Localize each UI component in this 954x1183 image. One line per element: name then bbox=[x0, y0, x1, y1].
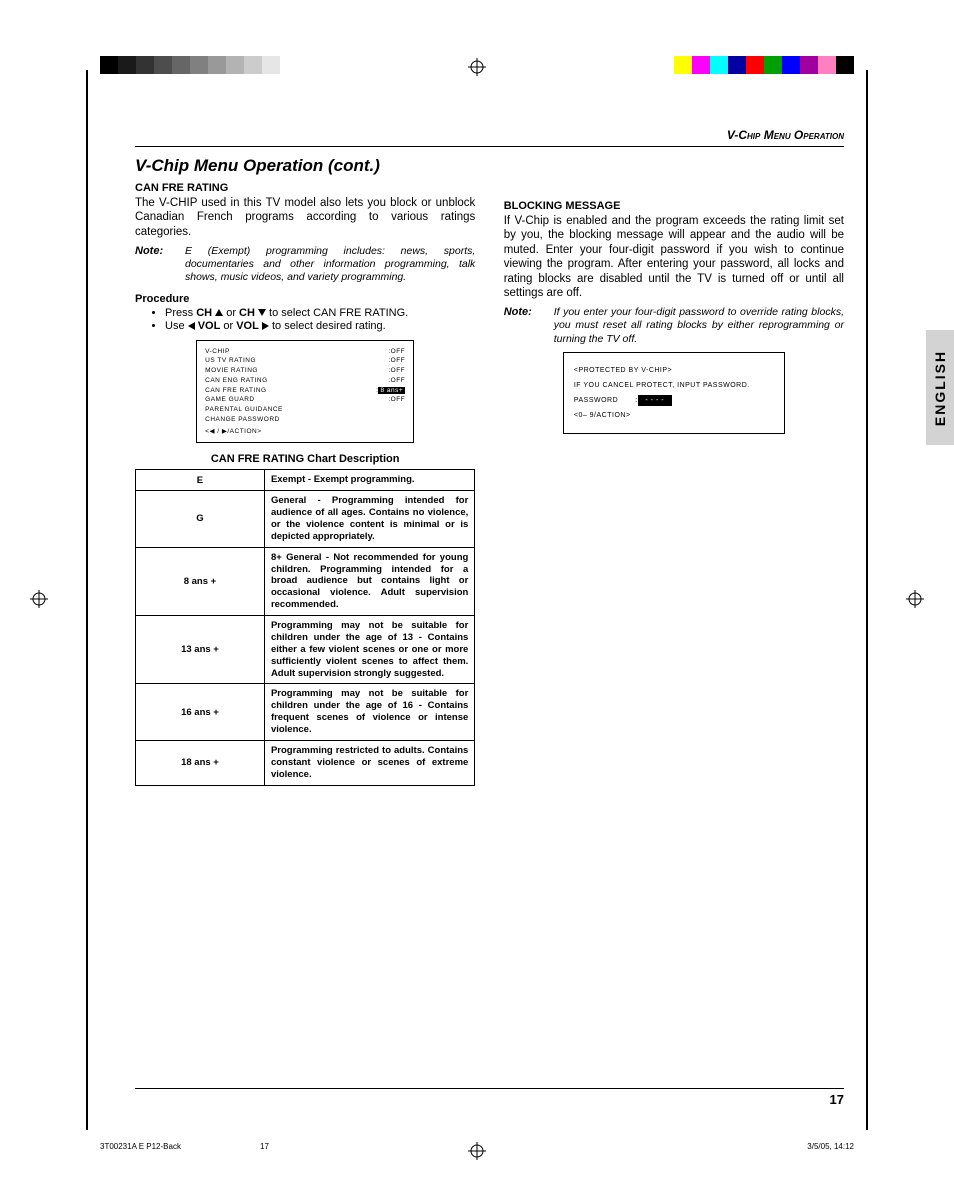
right-column: BLOCKING MESSAGE If V-Chip is enabled an… bbox=[504, 178, 844, 440]
osd-blocking: <PROTECTED BY V-CHIP> IF YOU CANCEL PROT… bbox=[563, 352, 785, 435]
page-number: 17 bbox=[830, 1092, 844, 1107]
registration-mark-icon bbox=[30, 590, 48, 608]
section-heading: CAN FRE RATING bbox=[135, 182, 475, 194]
osd-row: V-CHIP:OFF bbox=[205, 347, 405, 357]
note: Note: If you enter your four-digit passw… bbox=[504, 306, 844, 345]
table-row: 8 ans +8+ General - Not recommended for … bbox=[136, 547, 475, 615]
note-label: Note: bbox=[135, 245, 179, 284]
footer-page: 17 bbox=[260, 1142, 269, 1151]
table-row: GGeneral - Programming intended for audi… bbox=[136, 491, 475, 548]
crop-mark-right bbox=[866, 70, 868, 1130]
table-row: 18 ans +Programming restricted to adults… bbox=[136, 740, 475, 785]
registration-mark-icon bbox=[906, 590, 924, 608]
note: Note: E (Exempt) programming includes: n… bbox=[135, 245, 475, 284]
page: V-Chip Menu Operation V-Chip Menu Operat… bbox=[0, 0, 954, 1183]
crop-mark-left bbox=[86, 70, 88, 1130]
running-header: V-Chip Menu Operation bbox=[727, 128, 844, 142]
osd-row: US TV RATING:OFF bbox=[205, 356, 405, 366]
osd-row: CAN ENG RATING:OFF bbox=[205, 376, 405, 386]
triangle-up-icon bbox=[215, 309, 223, 316]
left-column: CAN FRE RATING The V-CHIP used in this T… bbox=[135, 178, 475, 786]
osd-menu: V-CHIP:OFFUS TV RATING:OFFMOVIE RATING:O… bbox=[196, 340, 414, 444]
rating-table: EExempt - Exempt programming.GGeneral - … bbox=[135, 469, 475, 785]
osd-row: CAN FRE RATING:8 ans+ bbox=[205, 386, 405, 396]
osd-row: MOVIE RATING:OFF bbox=[205, 366, 405, 376]
table-row: 13 ans +Programming may not be suitable … bbox=[136, 616, 475, 684]
table-row: EExempt - Exempt programming. bbox=[136, 470, 475, 491]
note-label: Note: bbox=[504, 306, 548, 345]
section-body: The V-CHIP used in this TV model also le… bbox=[135, 196, 475, 239]
language-tab: ENGLISH bbox=[926, 330, 954, 445]
content: V-Chip Menu Operation (cont.) CAN FRE RA… bbox=[135, 150, 844, 786]
procedure-list: Press CH or CH to select CAN FRE RATING.… bbox=[135, 307, 475, 332]
section-body: If V-Chip is enabled and the program exc… bbox=[504, 214, 844, 300]
footer-rule bbox=[135, 1088, 844, 1089]
triangle-left-icon bbox=[188, 322, 195, 330]
color-bar-gray bbox=[100, 56, 280, 74]
registration-mark-icon bbox=[468, 58, 486, 76]
header-rule bbox=[135, 146, 844, 147]
page-title: V-Chip Menu Operation (cont.) bbox=[135, 156, 844, 176]
table-caption: CAN FRE RATING Chart Description bbox=[135, 453, 475, 465]
footer-datetime: 3/5/05, 14:12 bbox=[807, 1142, 854, 1151]
print-footer: 3T00231A E P12-Back 17 3/5/05, 14:12 bbox=[100, 1142, 854, 1151]
osd-row: CHANGE PASSWORD bbox=[205, 415, 405, 425]
footer-doc-id: 3T00231A E P12-Back bbox=[100, 1142, 181, 1151]
list-item: Use VOL or VOL to select desired rating. bbox=[165, 320, 475, 332]
list-item: Press CH or CH to select CAN FRE RATING. bbox=[165, 307, 475, 319]
osd-row: GAME GUARD:OFF bbox=[205, 395, 405, 405]
note-text: E (Exempt) programming includes: news, s… bbox=[185, 245, 475, 284]
triangle-down-icon bbox=[258, 309, 266, 316]
table-row: 16 ans +Programming may not be suitable … bbox=[136, 684, 475, 741]
procedure-heading: Procedure bbox=[135, 293, 475, 305]
note-text: If you enter your four-digit password to… bbox=[554, 306, 844, 345]
osd-row: PARENTAL GUIDANCE bbox=[205, 405, 405, 415]
color-bar-color bbox=[674, 56, 854, 74]
triangle-right-icon bbox=[262, 322, 269, 330]
section-heading: BLOCKING MESSAGE bbox=[504, 200, 844, 212]
